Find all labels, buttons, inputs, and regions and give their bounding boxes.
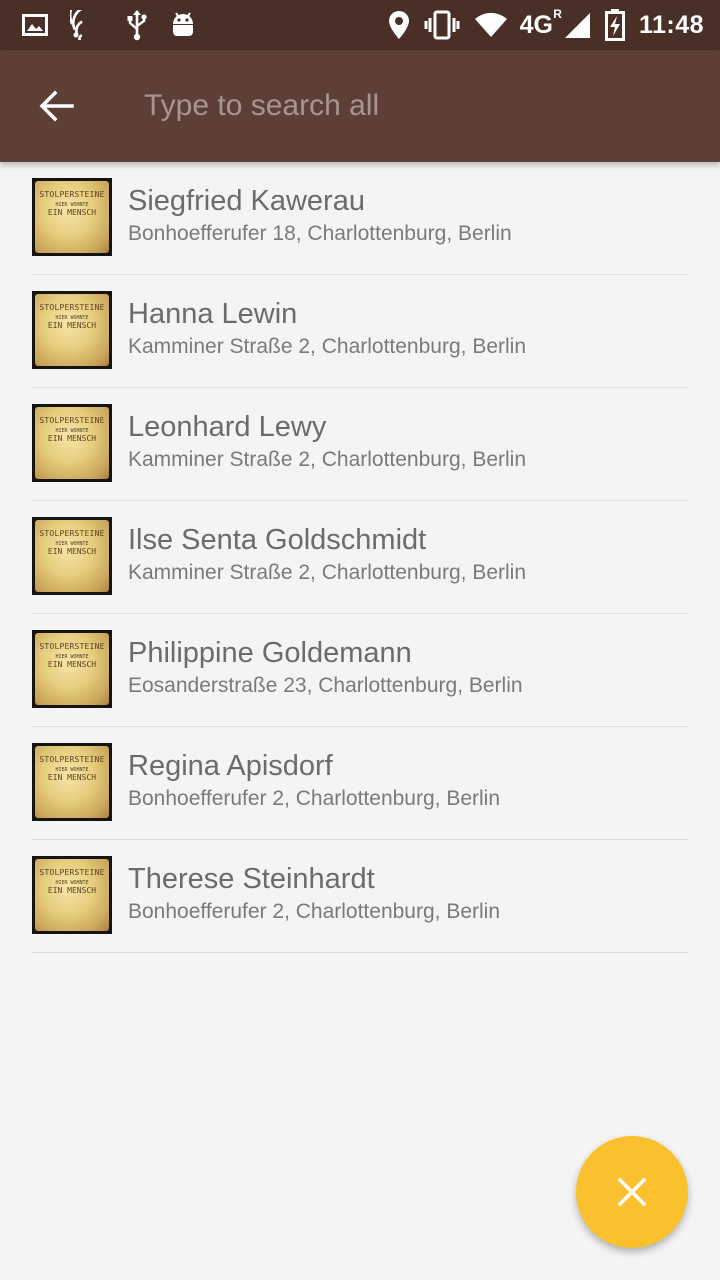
status-right-icons: 4G R 11:48	[374, 0, 704, 50]
person-name: Philippine Goldemann	[128, 637, 412, 669]
item-texts: Regina Apisdorf Bonhoefferufer 2, Charlo…	[128, 749, 500, 813]
clock: 11:48	[638, 10, 704, 39]
person-address: Bonhoefferufer 18, Charlottenburg, Berli…	[128, 222, 512, 245]
status-left-icons	[22, 0, 218, 50]
battery-charging-icon	[604, 9, 625, 41]
person-address: Bonhoefferufer 2, Charlottenburg, Berlin	[128, 787, 501, 810]
person-name: Hanna Lewin	[128, 298, 298, 330]
list-item[interactable]: STOLPERSTEINE HIER WOHNTE EIN MENSCH Han…	[32, 275, 688, 388]
stone-image: STOLPERSTEINE HIER WOHNTE EIN MENSCH	[35, 859, 109, 931]
thumbnail-line3: EIN MENSCH	[47, 547, 97, 556]
item-texts: Hanna Lewin Kamminer Straße 2, Charlotte…	[128, 297, 526, 361]
arrow-back-icon	[39, 90, 74, 122]
person-name: Siegfried Kawerau	[128, 185, 365, 217]
person-address: Kamminer Straße 2, Charlottenburg, Berli…	[128, 561, 527, 584]
list-item[interactable]: STOLPERSTEINE HIER WOHNTE EIN MENSCH Reg…	[32, 727, 688, 840]
stone-image: STOLPERSTEINE HIER WOHNTE EIN MENSCH	[35, 294, 109, 366]
stolperstein-thumbnail: STOLPERSTEINE HIER WOHNTE EIN MENSCH	[32, 856, 112, 934]
usb-icon	[126, 9, 148, 41]
location-icon	[388, 10, 410, 40]
android-icon	[170, 10, 196, 40]
person-name: Leonhard Lewy	[128, 411, 327, 443]
thumbnail-line1: STOLPERSTEINE	[39, 755, 105, 764]
results-list: STOLPERSTEINE HIER WOHNTE EIN MENSCH Sie…	[0, 162, 720, 953]
item-texts: Therese Steinhardt Bonhoefferufer 2, Cha…	[128, 862, 500, 926]
stolperstein-thumbnail: STOLPERSTEINE HIER WOHNTE EIN MENSCH	[32, 178, 112, 256]
list-item[interactable]: STOLPERSTEINE HIER WOHNTE EIN MENSCH Sie…	[32, 162, 688, 275]
stone-image: STOLPERSTEINE HIER WOHNTE EIN MENSCH	[35, 520, 109, 592]
thumbnail-line1: STOLPERSTEINE	[39, 529, 105, 538]
item-texts: Siegfried Kawerau Bonhoefferufer 18, Cha…	[128, 184, 512, 248]
close-icon	[617, 1177, 647, 1207]
item-texts: Ilse Senta Goldschmidt Kamminer Straße 2…	[128, 523, 526, 587]
thumbnail-line3: EIN MENSCH	[47, 660, 97, 669]
stone-image: STOLPERSTEINE HIER WOHNTE EIN MENSCH	[35, 407, 109, 479]
list-item[interactable]: STOLPERSTEINE HIER WOHNTE EIN MENSCH The…	[32, 840, 688, 953]
person-address: Bonhoefferufer 2, Charlottenburg, Berlin	[128, 900, 501, 923]
wifi-icon	[474, 12, 508, 38]
thumbnail-line1: STOLPERSTEINE	[39, 190, 105, 199]
person-name: Regina Apisdorf	[128, 750, 333, 782]
thumbnail-line3: EIN MENSCH	[47, 434, 97, 443]
thumbnail-line1: STOLPERSTEINE	[39, 642, 105, 651]
item-texts: Philippine Goldemann Eosanderstraße 23, …	[128, 636, 523, 700]
thumbnail-line3: EIN MENSCH	[47, 886, 97, 895]
stone-image: STOLPERSTEINE HIER WOHNTE EIN MENSCH	[35, 633, 109, 705]
person-address: Kamminer Straße 2, Charlottenburg, Berli…	[128, 448, 527, 471]
thumbnail-line3: EIN MENSCH	[47, 321, 97, 330]
person-name: Ilse Senta Goldschmidt	[128, 524, 427, 556]
list-item[interactable]: STOLPERSTEINE HIER WOHNTE EIN MENSCH Ils…	[32, 501, 688, 614]
thumbnail-line3: EIN MENSCH	[47, 208, 97, 217]
signal-icon	[563, 11, 591, 39]
stone-image: STOLPERSTEINE HIER WOHNTE EIN MENSCH	[35, 181, 109, 253]
network-type-label: 4G R	[519, 6, 562, 39]
stolperstein-thumbnail: STOLPERSTEINE HIER WOHNTE EIN MENSCH	[32, 743, 112, 821]
list-item[interactable]: STOLPERSTEINE HIER WOHNTE EIN MENSCH Leo…	[32, 388, 688, 501]
person-address: Eosanderstraße 23, Charlottenburg, Berli…	[128, 674, 523, 697]
stolperstein-thumbnail: STOLPERSTEINE HIER WOHNTE EIN MENSCH	[32, 291, 112, 369]
thumbnail-line3: EIN MENSCH	[47, 773, 97, 782]
person-name: Therese Steinhardt	[128, 863, 375, 895]
list-item[interactable]: STOLPERSTEINE HIER WOHNTE EIN MENSCH Phi…	[32, 614, 688, 727]
cast-icon	[70, 10, 104, 40]
vibrate-icon	[424, 10, 460, 40]
thumbnail-line1: STOLPERSTEINE	[39, 868, 105, 877]
search-input[interactable]	[144, 76, 704, 136]
status-bar: 4G R 11:48	[0, 0, 720, 50]
person-address: Kamminer Straße 2, Charlottenburg, Berli…	[128, 335, 527, 358]
clear-fab-button[interactable]	[576, 1136, 688, 1248]
image-icon	[22, 13, 48, 37]
back-button[interactable]	[0, 50, 112, 162]
stone-image: STOLPERSTEINE HIER WOHNTE EIN MENSCH	[35, 746, 109, 818]
search-toolbar	[0, 50, 720, 162]
stolperstein-thumbnail: STOLPERSTEINE HIER WOHNTE EIN MENSCH	[32, 404, 112, 482]
thumbnail-line1: STOLPERSTEINE	[39, 416, 105, 425]
stolperstein-thumbnail: STOLPERSTEINE HIER WOHNTE EIN MENSCH	[32, 630, 112, 708]
stolperstein-thumbnail: STOLPERSTEINE HIER WOHNTE EIN MENSCH	[32, 517, 112, 595]
thumbnail-line1: STOLPERSTEINE	[39, 303, 105, 312]
item-texts: Leonhard Lewy Kamminer Straße 2, Charlot…	[128, 410, 526, 474]
